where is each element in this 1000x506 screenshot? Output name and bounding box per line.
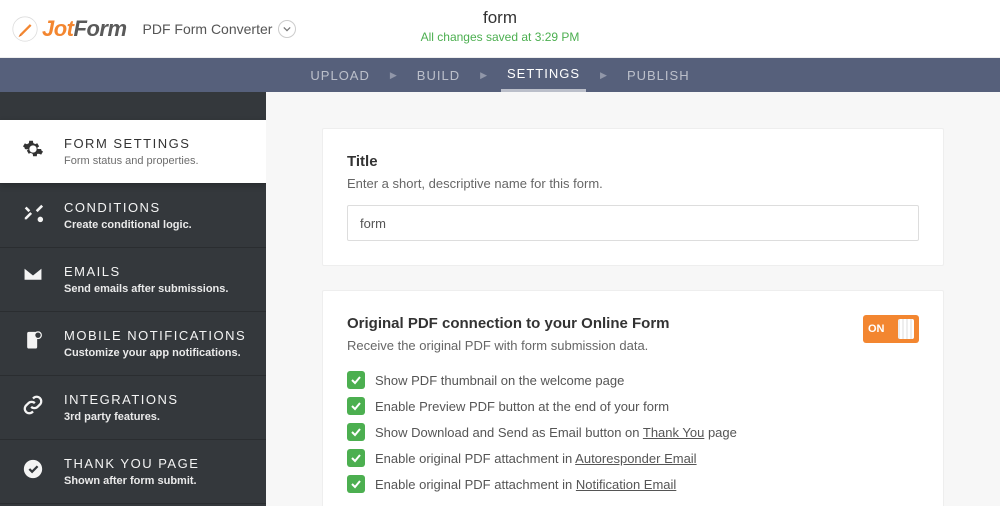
sidebar-item-label: THANK YOU PAGE — [64, 456, 250, 471]
option-row: Show Download and Send as Email button o… — [347, 419, 919, 445]
sidebar-item-integrations[interactable]: INTEGRATIONS 3rd party features. — [0, 376, 266, 440]
chevron-down-icon — [283, 25, 291, 33]
tab-publish[interactable]: PUBLISH — [621, 58, 696, 92]
title-desc: Enter a short, descriptive name for this… — [347, 176, 919, 191]
checkbox[interactable] — [347, 475, 365, 493]
check-icon — [350, 452, 362, 464]
option-text: Enable Preview PDF button at the end of … — [375, 399, 669, 414]
pdf-desc: Receive the original PDF with form submi… — [347, 338, 670, 353]
tab-bar: UPLOAD ▶ BUILD ▶ SETTINGS ▶ PUBLISH — [0, 58, 1000, 92]
title-card: Title Enter a short, descriptive name fo… — [322, 128, 944, 266]
tab-settings[interactable]: SETTINGS — [501, 58, 586, 92]
tab-build[interactable]: BUILD — [411, 58, 466, 92]
sidebar-item-subtitle: Send emails after submissions. — [64, 283, 250, 295]
envelope-icon — [22, 266, 44, 282]
option-text: Show Download and Send as Email button o… — [375, 425, 737, 440]
sidebar-item-subtitle: Customize your app notifications. — [64, 347, 250, 359]
logo-pen-icon — [12, 16, 38, 42]
option-row: Show PDF thumbnail on the welcome page — [347, 367, 919, 393]
toggle-knob — [898, 319, 914, 339]
option-row: Enable original PDF attachment in Notifi… — [347, 471, 919, 497]
pdf-connection-toggle[interactable]: ON — [863, 315, 919, 343]
notification-email-link[interactable]: Notification Email — [576, 477, 676, 492]
checkbox[interactable] — [347, 449, 365, 467]
sidebar-item-mobile-notifications[interactable]: MOBILE NOTIFICATIONS Customize your app … — [0, 312, 266, 376]
check-icon — [350, 400, 362, 412]
tools-icon — [22, 202, 44, 224]
sidebar-item-label: FORM SETTINGS — [64, 136, 250, 151]
main-content: Title Enter a short, descriptive name fo… — [266, 92, 1000, 506]
chevron-right-icon: ▶ — [600, 70, 607, 81]
checkbox[interactable] — [347, 397, 365, 415]
link-icon — [22, 394, 44, 416]
header-center: form All changes saved at 3:29 PM — [421, 8, 580, 44]
option-text: Show PDF thumbnail on the welcome page — [375, 373, 624, 388]
settings-sidebar: FORM SETTINGS Form status and properties… — [0, 92, 266, 506]
option-row: Enable original PDF attachment in Autore… — [347, 445, 919, 471]
sidebar-item-form-settings[interactable]: FORM SETTINGS Form status and properties… — [0, 120, 266, 184]
check-icon — [350, 426, 362, 438]
top-header: JotForm PDF Form Converter form All chan… — [0, 0, 1000, 58]
checkbox[interactable] — [347, 371, 365, 389]
thank-you-link[interactable]: Thank You — [643, 425, 704, 440]
check-icon — [350, 374, 362, 386]
product-name: PDF Form Converter — [143, 21, 273, 37]
checkbox[interactable] — [347, 423, 365, 441]
pdf-connection-card: Original PDF connection to your Online F… — [322, 290, 944, 506]
chevron-right-icon: ▶ — [480, 70, 487, 81]
sidebar-item-subtitle: Form status and properties. — [64, 155, 250, 167]
sidebar-item-label: INTEGRATIONS — [64, 392, 250, 407]
sidebar-item-label: MOBILE NOTIFICATIONS — [64, 328, 250, 343]
tab-upload[interactable]: UPLOAD — [304, 58, 375, 92]
option-row: Enable Preview PDF button at the end of … — [347, 393, 919, 419]
save-status: All changes saved at 3:29 PM — [421, 30, 580, 44]
sidebar-item-subtitle: Create conditional logic. — [64, 219, 250, 231]
brand-text: JotForm — [42, 16, 127, 42]
title-heading: Title — [347, 153, 919, 170]
sidebar-item-conditions[interactable]: CONDITIONS Create conditional logic. — [0, 184, 266, 248]
product-dropdown[interactable] — [278, 20, 296, 38]
sidebar-item-label: CONDITIONS — [64, 200, 250, 215]
sidebar-item-thank-you[interactable]: THANK YOU PAGE Shown after form submit. — [0, 440, 266, 504]
sidebar-item-subtitle: 3rd party features. — [64, 411, 250, 423]
brand-logo[interactable]: JotForm — [12, 16, 127, 42]
pdf-options-list: Show PDF thumbnail on the welcome page E… — [347, 367, 919, 497]
option-text: Enable original PDF attachment in Notifi… — [375, 477, 676, 492]
sidebar-item-label: EMAILS — [64, 264, 250, 279]
pdf-heading: Original PDF connection to your Online F… — [347, 315, 670, 332]
mobile-icon — [23, 330, 43, 352]
option-text: Enable original PDF attachment in Autore… — [375, 451, 697, 466]
check-circle-icon — [22, 458, 44, 480]
chevron-right-icon: ▶ — [390, 70, 397, 81]
check-icon — [350, 478, 362, 490]
form-title-input[interactable] — [347, 205, 919, 241]
sidebar-item-subtitle: Shown after form submit. — [64, 475, 250, 487]
gear-icon — [22, 138, 44, 160]
autoresponder-email-link[interactable]: Autoresponder Email — [575, 451, 696, 466]
header-form-title: form — [421, 8, 580, 28]
sidebar-item-emails[interactable]: EMAILS Send emails after submissions. — [0, 248, 266, 312]
toggle-label: ON — [868, 323, 885, 335]
